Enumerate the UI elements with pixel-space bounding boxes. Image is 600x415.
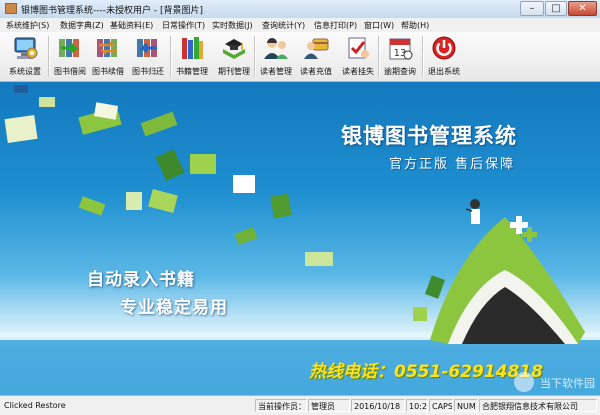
toolbar: 系统设置 图书借阅 图书续借 图书归还 书籍管理 期刊管理 读者管理 读者充值 … [0,32,600,82]
toolbar-label: 系统设置 [9,67,41,76]
toolbar-button-return[interactable]: 图书归还 [126,34,170,79]
toolbar-button-readers[interactable]: 读者管理 [254,34,298,79]
toolbar-label: 读者管理 [260,67,292,76]
graduate-book-icon [221,35,247,61]
toolbar-label: 图书续借 [92,67,124,76]
status-num: NUM [454,399,478,412]
status-time: 10:28 [406,399,428,412]
status-bar: Clicked Restore 当前操作员： 管理员 2016/10/18 10… [0,395,600,415]
banner-slogan-1: 自动录入书籍 [87,270,195,290]
toolbar-label: 读者挂失 [342,67,374,76]
toolbar-button-renew[interactable]: 图书续借 [86,34,130,79]
status-company: 合肥银翔信息技术有限公司 [479,399,597,412]
menu-bar: 系统维护(S) 数据字典(Z) 基础资料(E) 日常操作(T) 实时数据(J) … [0,18,600,33]
toolbar-button-recharge[interactable]: 读者充值 [294,34,338,79]
report-loss-icon [345,35,371,61]
banner-slogan-2: 专业稳定易用 [120,298,228,318]
menu-print[interactable]: 信息打印(P) [314,20,357,31]
toolbar-button-exit[interactable]: 退出系统 [422,34,466,79]
toolbar-button-books[interactable]: 书籍管理 [170,34,214,79]
books-icon [179,35,205,61]
menu-window[interactable]: 窗口(W) [364,20,394,31]
background-banner: 银博图书管理系统 官方正版 售后保障 自动录入书籍 专业稳定易用 热线电话：05… [0,82,600,395]
status-message: Clicked Restore [4,401,66,410]
toolbar-button-periodicals[interactable]: 期刊管理 [212,34,256,79]
reader-icon [263,35,289,61]
banner-hotline: 热线电话：0551-62914818 [309,362,543,382]
status-date: 2016/10/18 [351,399,405,412]
book-return-icon [135,35,161,61]
toolbar-button-overdue[interactable]: 13 逾期查询 [378,34,422,79]
watermark-text: 当下软件园 [540,377,595,390]
menu-help[interactable]: 帮助(H) [401,20,429,31]
status-operator-label: 当前操作员： [255,399,307,412]
menu-base-data[interactable]: 基础资料(E) [110,20,153,31]
close-button[interactable]: ✕ [568,1,597,16]
banner-subtitle: 官方正版 售后保障 [389,157,516,172]
status-operator-value: 管理员 [308,399,350,412]
window-title: 银博图书管理系统----未授权用户 - [背景图片] [21,6,203,16]
book-renew-icon [95,35,121,61]
toolbar-label: 期刊管理 [218,67,250,76]
toolbar-label: 逾期查询 [384,67,416,76]
menu-daily-ops[interactable]: 日常操作(T) [162,20,205,31]
minimize-button[interactable]: – [520,1,544,16]
watermark-logo-icon [514,372,534,392]
reader-card-icon [303,35,329,61]
toolbar-label: 退出系统 [428,67,460,76]
toolbar-label: 读者充值 [300,67,332,76]
watermark: 当下软件园 [514,372,595,394]
toolbar-button-settings[interactable]: 系统设置 [3,34,47,79]
status-caps: CAPS [429,399,453,412]
menu-realtime[interactable]: 实时数据(J) [212,20,253,31]
book-borrow-icon [57,35,83,61]
app-icon [5,3,17,14]
toolbar-label: 图书归还 [132,67,164,76]
banner-title: 银博图书管理系统 [341,124,517,148]
toolbar-button-report-loss[interactable]: 读者挂失 [336,34,380,79]
exit-power-icon [431,35,457,61]
menu-system[interactable]: 系统维护(S) [6,20,49,31]
calendar-icon: 13 [387,35,413,61]
title-bar: 银博图书管理系统----未授权用户 - [背景图片] – □ ✕ [0,0,600,19]
settings-computer-icon [12,35,38,61]
menu-query-stats[interactable]: 查询统计(Y) [262,20,305,31]
toolbar-label: 书籍管理 [176,67,208,76]
menu-dictionary[interactable]: 数据字典(Z) [60,20,104,31]
maximize-button[interactable]: □ [545,1,567,16]
